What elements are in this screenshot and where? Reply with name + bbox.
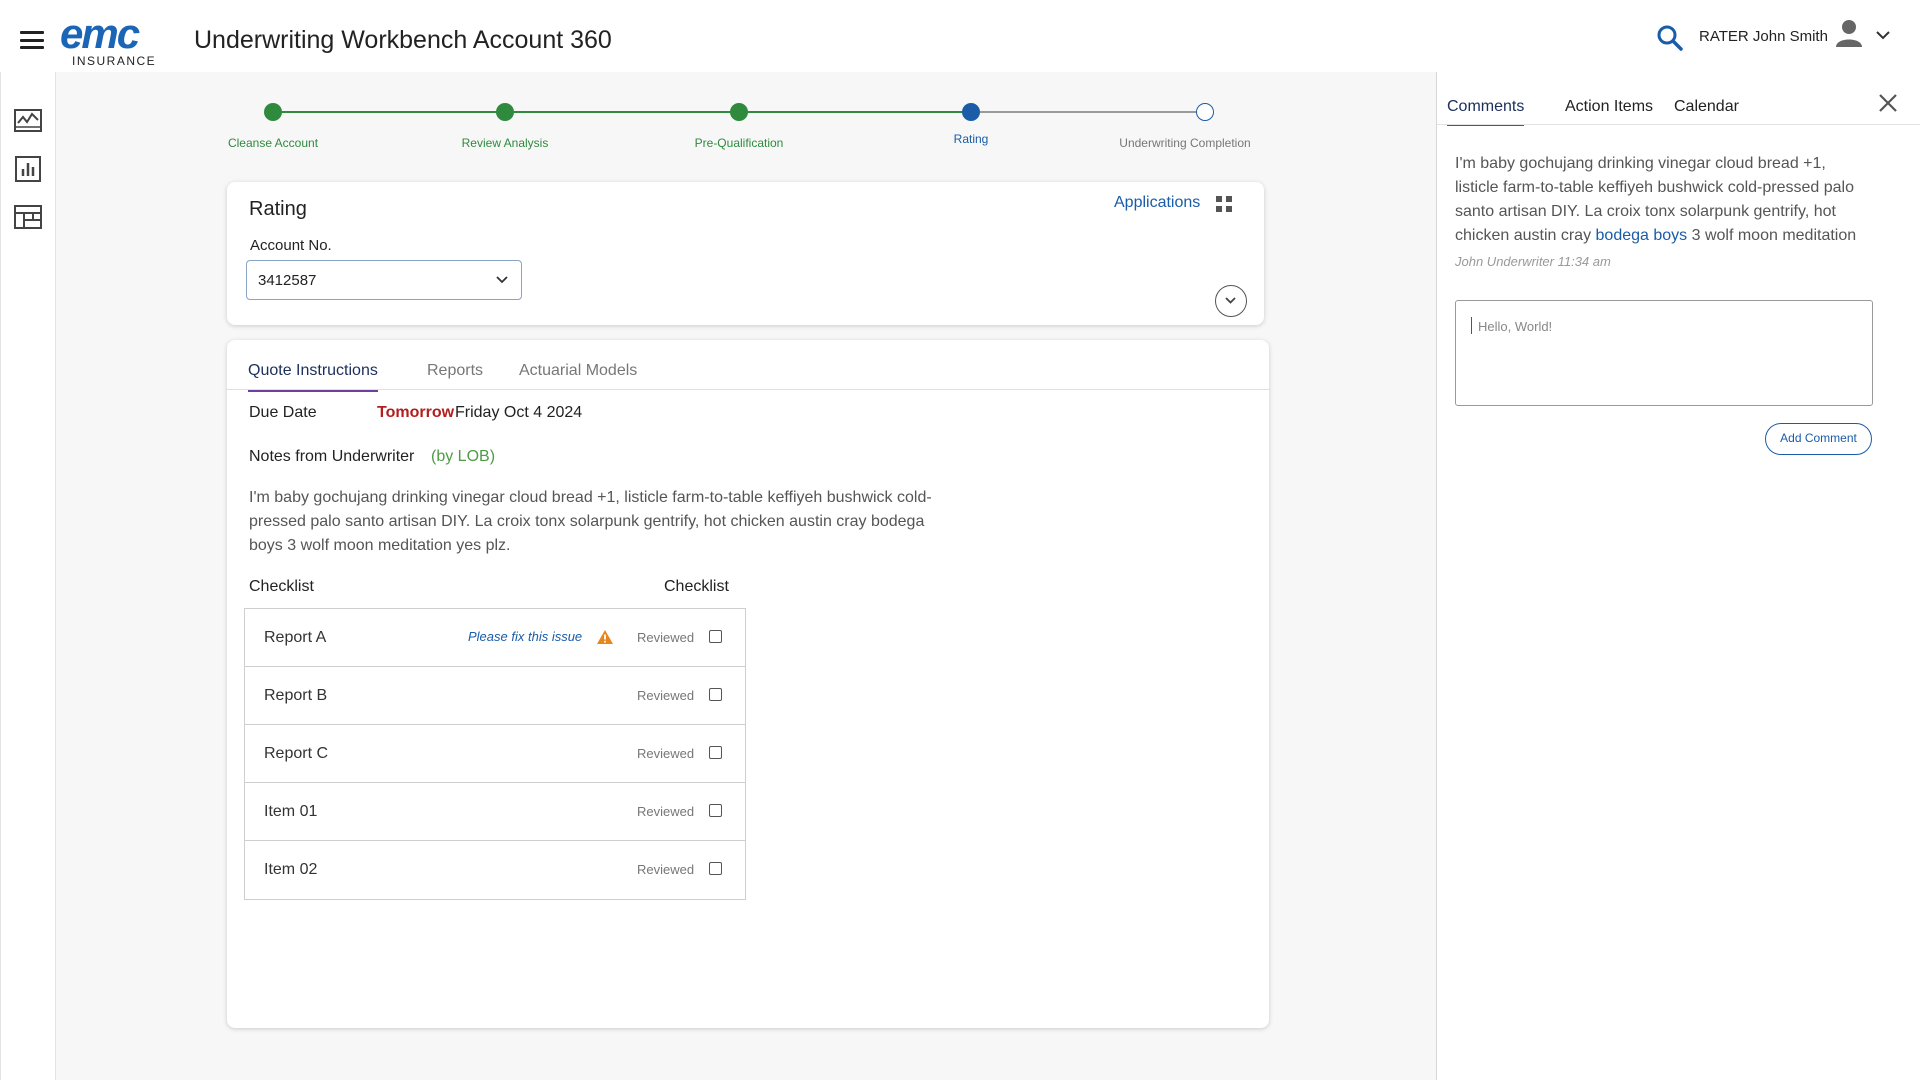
- close-icon[interactable]: [1877, 92, 1899, 114]
- progress-stepper: Cleanse Account Review Analysis Pre-Qual…: [220, 98, 1280, 158]
- account-number-value: 3412587: [258, 272, 317, 289]
- reviewed-label: Reviewed: [637, 688, 695, 703]
- page-title: Underwriting Workbench Account 360: [194, 26, 612, 54]
- chevron-down-icon: [1225, 297, 1236, 304]
- account-number-select[interactable]: 3412587: [246, 260, 522, 300]
- checklist-item-name: Item 02: [264, 861, 318, 878]
- text-caret: [1471, 317, 1472, 334]
- step-label[interactable]: Review Analysis: [425, 136, 585, 150]
- step-connector: [273, 111, 505, 113]
- logo-brand: emc: [60, 10, 140, 57]
- expand-toggle-button[interactable]: [1215, 285, 1247, 317]
- notes-lob-tag: (by LOB): [431, 448, 496, 465]
- left-rail: [0, 72, 56, 1080]
- due-date-value: Friday Oct 4 2024: [455, 404, 583, 421]
- comment-meta: John Underwriter 11:34 am: [1455, 254, 1611, 269]
- user-avatar-icon[interactable]: [1834, 18, 1864, 48]
- checklist-row: Item 02 Reviewed: [245, 841, 745, 899]
- checklist-header: Checklist: [664, 578, 729, 595]
- comment-placeholder: Hello, World!: [1478, 319, 1553, 334]
- due-relative: Tomorrow: [377, 404, 455, 421]
- step-dot-complete[interactable]: [730, 103, 748, 121]
- chevron-down-icon: [496, 276, 508, 284]
- apps-grid-icon[interactable]: [1215, 195, 1233, 213]
- step-label[interactable]: Pre-Qualification: [659, 136, 819, 150]
- activity-chart-icon[interactable]: [13, 106, 43, 136]
- checklist-item-name: Report B: [264, 687, 328, 704]
- tab-reports[interactable]: Reports: [427, 362, 483, 390]
- chevron-down-icon[interactable]: [1874, 28, 1892, 42]
- tab-comments[interactable]: Comments: [1447, 98, 1525, 126]
- reviewed-checkbox[interactable]: [709, 862, 722, 875]
- notes-body: I'm baby gochujang drinking vinegar clou…: [249, 489, 932, 554]
- checklist-item-name: Report A: [264, 629, 327, 646]
- step-dot-complete[interactable]: [264, 103, 282, 121]
- dashboard-layout-icon[interactable]: [13, 202, 43, 232]
- comment-input[interactable]: Hello, World!: [1455, 300, 1873, 406]
- comments-panel: Comments Action Items Calendar I'm baby …: [1436, 72, 1920, 1080]
- fix-issue-link[interactable]: Please fix this issue: [468, 629, 582, 644]
- warning-icon: [597, 630, 613, 644]
- add-comment-button[interactable]: Add Comment: [1765, 423, 1872, 455]
- checklist-header: Checklist: [249, 578, 314, 595]
- step-dot-current[interactable]: [962, 103, 980, 121]
- step-label[interactable]: Cleanse Account: [193, 136, 353, 150]
- tab-action-items[interactable]: Action Items: [1565, 98, 1653, 124]
- search-icon[interactable]: [1656, 24, 1684, 52]
- reviewed-label: Reviewed: [637, 862, 695, 877]
- step-label[interactable]: Rating: [891, 132, 1051, 146]
- reviewed-label: Reviewed: [637, 746, 695, 761]
- rating-title: Rating: [249, 198, 307, 220]
- comment-link[interactable]: bodega boys: [1596, 227, 1688, 244]
- reviewed-checkbox[interactable]: [709, 746, 722, 759]
- reviewed-label: Reviewed: [637, 630, 695, 645]
- step-connector: [971, 111, 1205, 113]
- emc-logo: emc INSURANCE: [60, 10, 165, 69]
- step-connector: [739, 111, 971, 113]
- comment-body: I'm baby gochujang drinking vinegar clou…: [1455, 152, 1873, 248]
- due-date-label: Due Date: [249, 404, 317, 421]
- reviewed-checkbox[interactable]: [709, 630, 722, 643]
- reviewed-checkbox[interactable]: [709, 688, 722, 701]
- checklist-row: Report B Reviewed: [245, 667, 745, 725]
- tab-calendar[interactable]: Calendar: [1674, 98, 1739, 124]
- checklist-item-name: Report C: [264, 745, 329, 762]
- checklist-row: Report C Reviewed: [245, 725, 745, 783]
- app-header: emc INSURANCE Underwriting Workbench Acc…: [0, 0, 1920, 72]
- tab-quote-instructions[interactable]: Quote Instructions: [248, 362, 378, 392]
- tab-divider: [1437, 124, 1920, 125]
- step-label[interactable]: Underwriting Completion: [1105, 136, 1265, 150]
- applications-link[interactable]: Applications: [1114, 194, 1200, 212]
- reviewed-label: Reviewed: [637, 804, 695, 819]
- tab-actuarial-models[interactable]: Actuarial Models: [519, 362, 637, 390]
- step-dot-pending[interactable]: [1196, 103, 1214, 121]
- comment-text: 3 wolf moon meditation: [1687, 227, 1857, 244]
- logo-subtitle: INSURANCE: [72, 54, 157, 68]
- checklist-table: Report A Please fix this issue Reviewed …: [244, 608, 746, 900]
- step-connector: [505, 111, 739, 113]
- user-name[interactable]: RATER John Smith: [1699, 28, 1828, 45]
- checklist-row: Report A Please fix this issue Reviewed: [245, 609, 745, 667]
- rating-card: Rating Account No. 3412587 Applications: [227, 182, 1264, 325]
- hamburger-menu-icon[interactable]: [20, 31, 44, 49]
- account-number-label: Account No.: [250, 237, 332, 254]
- quote-instructions-card: Quote Instructions Reports Actuarial Mod…: [227, 340, 1269, 1028]
- checklist-item-name: Item 01: [264, 803, 318, 820]
- reviewed-checkbox[interactable]: [709, 804, 722, 817]
- checklist-row: Item 01 Reviewed: [245, 783, 745, 841]
- step-dot-complete[interactable]: [496, 103, 514, 121]
- bar-chart-icon[interactable]: [13, 154, 43, 184]
- tab-bar: Quote Instructions Reports Actuarial Mod…: [227, 340, 1269, 392]
- notes-label: Notes from Underwriter: [249, 448, 415, 465]
